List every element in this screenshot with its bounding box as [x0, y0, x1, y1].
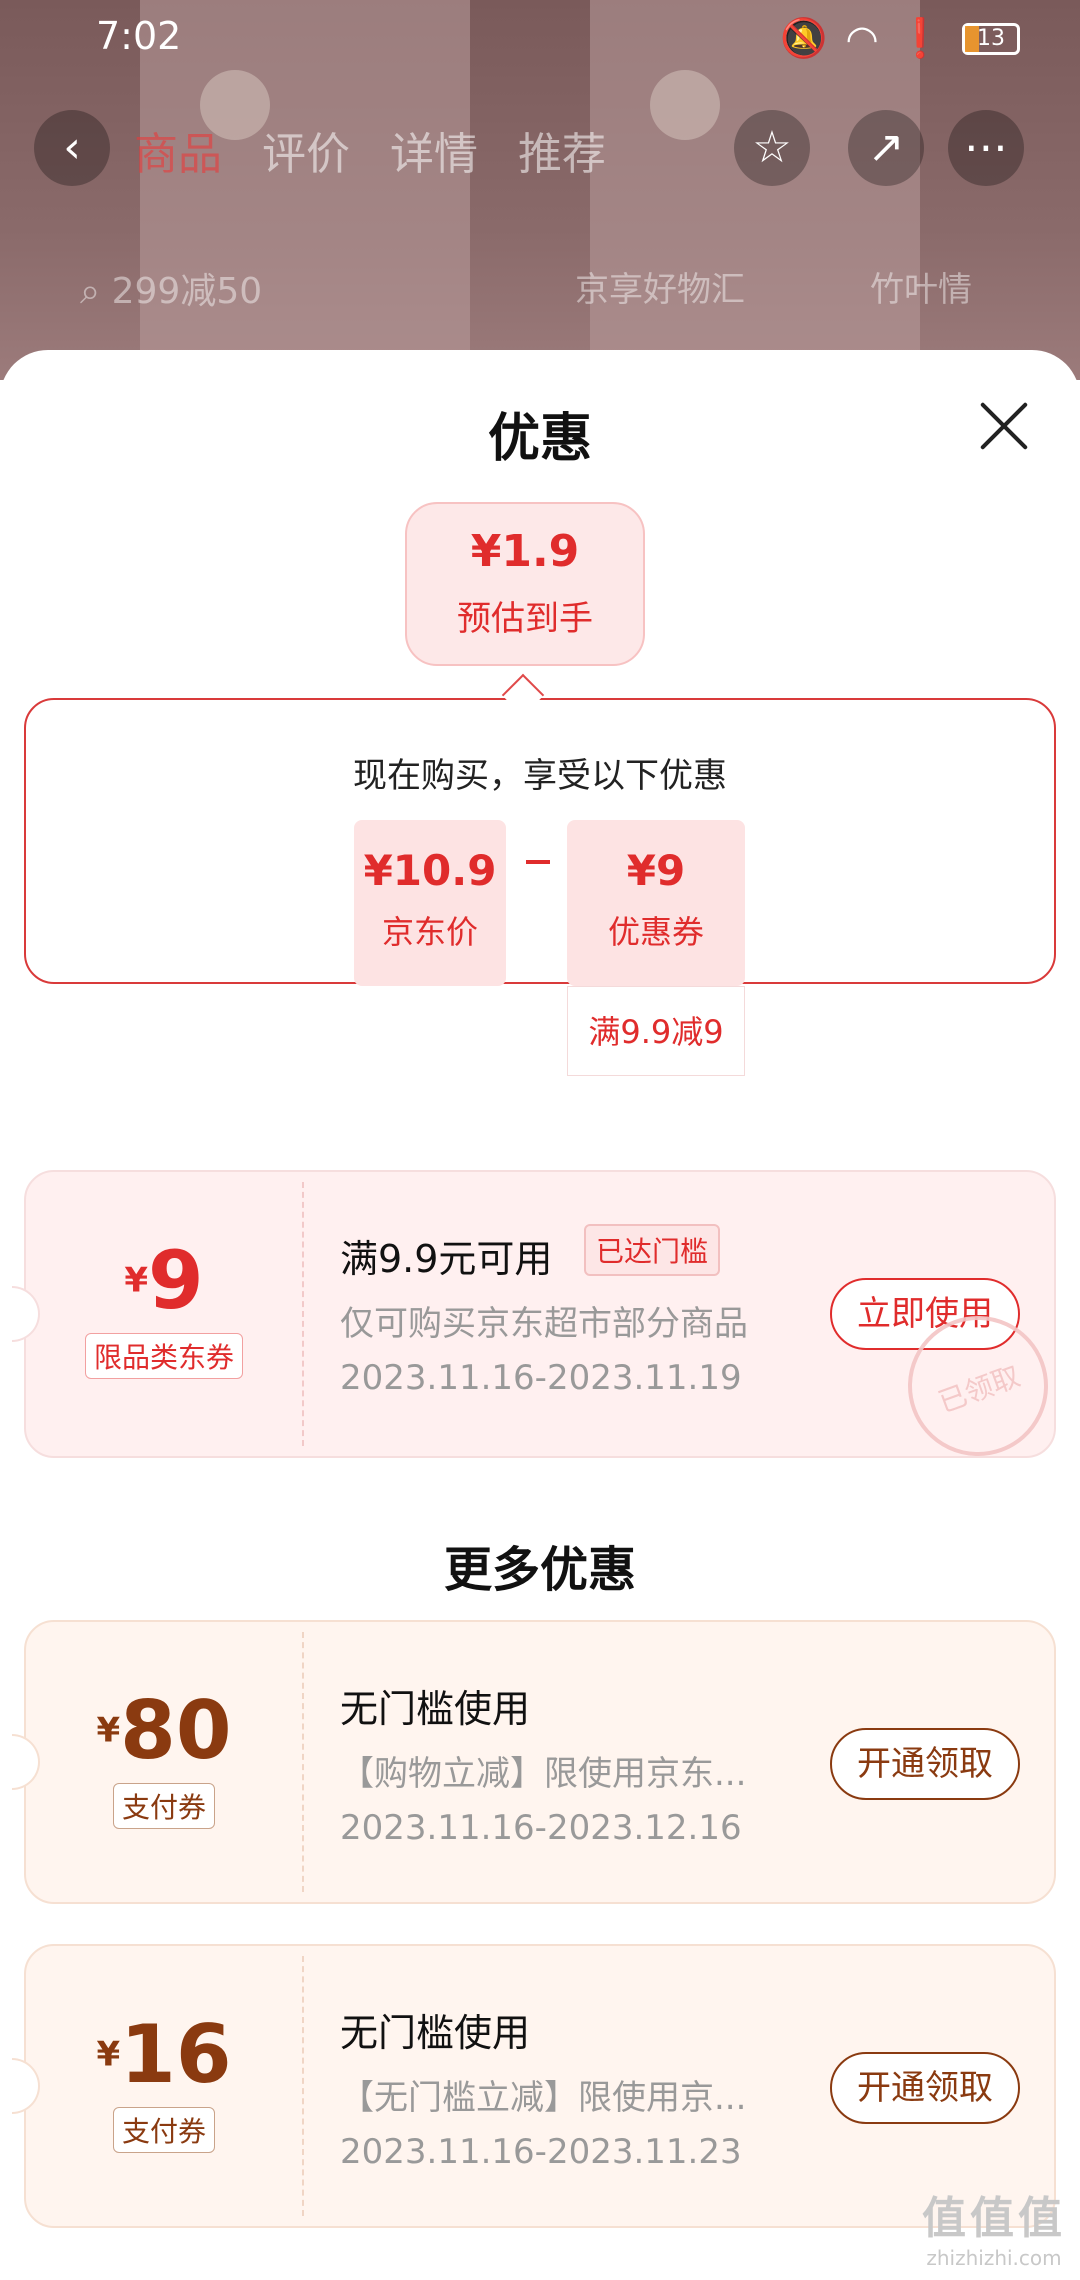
close-icon[interactable] [976, 398, 1032, 454]
jd-price-pill: ¥10.9 京东价 [354, 820, 506, 986]
status-time: 7:02 [96, 14, 182, 58]
top-nav: ‹ 商品 评价 详情 推荐 ☆ ↗ ⋯ [0, 100, 1080, 200]
search-placeholder: 299减50 [111, 271, 263, 312]
status-bar: 7:02 🔕 ◠ ❗ 13 [0, 0, 1080, 74]
jd-price-label: 京东价 [381, 913, 478, 951]
coupon-card: ¥16 支付券 无门槛使用 【无门槛立减】限使用京... 2023.11.16-… [12, 1944, 1056, 2228]
battery-icon: 13 [962, 22, 1020, 55]
coupon-scope: 【购物立减】限使用京东... [340, 1754, 747, 1794]
tab-recommend[interactable]: 推荐 [518, 118, 606, 182]
coupon-label: 优惠券 [607, 913, 704, 951]
coupon-amount: ¥9 [124, 1234, 204, 1327]
coupon-type-tag: 支付券 [112, 1783, 215, 1829]
estimated-price-label: 预估到手 [457, 599, 593, 639]
back-button[interactable]: ‹ [34, 110, 110, 186]
coupon-pill: ¥9 优惠券 [567, 820, 745, 986]
search-chip[interactable]: 竹叶情 [870, 262, 972, 311]
estimated-price: ¥1.9 [470, 526, 580, 577]
watermark-url: zhizhizhi.com [926, 2246, 1062, 2270]
mute-icon: 🔕 [780, 16, 828, 60]
favorite-button[interactable]: ☆ [734, 110, 810, 186]
activate-claim-button[interactable]: 开通领取 [830, 1728, 1020, 1800]
price-calculation-box: 现在购买，享受以下优惠 ¥10.9 京东价 ¥9 优惠券 满9.9减9 [24, 698, 1056, 1076]
coupon-type-tag: 支付券 [112, 2107, 215, 2153]
coupon-condition: 无门槛使用 [340, 2011, 531, 2055]
minus-icon [526, 860, 550, 864]
product-tabs: 商品 评价 详情 推荐 [134, 118, 606, 182]
coupon-card: ¥80 支付券 无门槛使用 【购物立减】限使用京东... 2023.11.16-… [12, 1620, 1056, 1904]
threshold-badge: 已达门槛 [584, 1224, 721, 1276]
jd-price: ¥10.9 [363, 846, 497, 895]
alert-icon: ❗ [896, 16, 944, 60]
coupon-scope: 仅可购买京东超市部分商品 [340, 1304, 748, 1344]
watermark-logo: 值值值 [922, 2193, 1066, 2244]
coupon-type-tag: 限品类东券 [84, 1333, 243, 1379]
tab-details[interactable]: 详情 [390, 118, 478, 182]
coupon-rule: 满9.9减9 [567, 986, 745, 1076]
coupon-condition: 满9.9元可用 [340, 1237, 553, 1281]
status-icons: 🔕 ◠ ❗ 13 [780, 16, 1020, 61]
activate-claim-button[interactable]: 开通领取 [830, 2052, 1020, 2124]
more-offers-title: 更多优惠 [443, 1542, 636, 1598]
coupon-scope: 【无门槛立减】限使用京... [340, 2078, 747, 2118]
discount-sheet: 优惠 ¥1.9 预估到手 现在购买，享受以下优惠 ¥10.9 京东价 ¥9 优惠… [0, 350, 1080, 2280]
search-icon: ⌕ [80, 271, 101, 312]
wifi-icon: ◠ [845, 16, 879, 61]
coupon-value: ¥9 [626, 846, 686, 895]
coupon-card: ¥9 限品类东券 满9.9元可用 已达门槛 仅可购买京东超市部分商品 2023.… [12, 1170, 1068, 1476]
sheet-title: 优惠 [487, 409, 592, 469]
search-bar[interactable]: ⌕ 299减50 [80, 262, 262, 314]
calc-headline: 现在购买，享受以下优惠 [353, 756, 727, 796]
more-button[interactable]: ⋯ [948, 110, 1024, 186]
coupon-dates: 2023.11.16-2023.11.23 [340, 2132, 742, 2172]
share-button[interactable]: ↗ [848, 110, 924, 186]
coupon-amount: ¥80 [96, 1684, 232, 1777]
coupon-dates: 2023.11.16-2023.12.16 [340, 1808, 742, 1848]
coupon-condition: 无门槛使用 [340, 1687, 531, 1731]
coupon-amount: ¥16 [96, 2008, 232, 2101]
search-chip[interactable]: 京享好物汇 [575, 262, 745, 311]
tab-product[interactable]: 商品 [134, 118, 222, 182]
tab-reviews[interactable]: 评价 [262, 118, 350, 182]
site-watermark: 值值值 zhizhizhi.com [922, 2182, 1066, 2270]
coupon-dates: 2023.11.16-2023.11.19 [340, 1358, 742, 1398]
estimated-price-box: ¥1.9 预估到手 [405, 502, 645, 666]
